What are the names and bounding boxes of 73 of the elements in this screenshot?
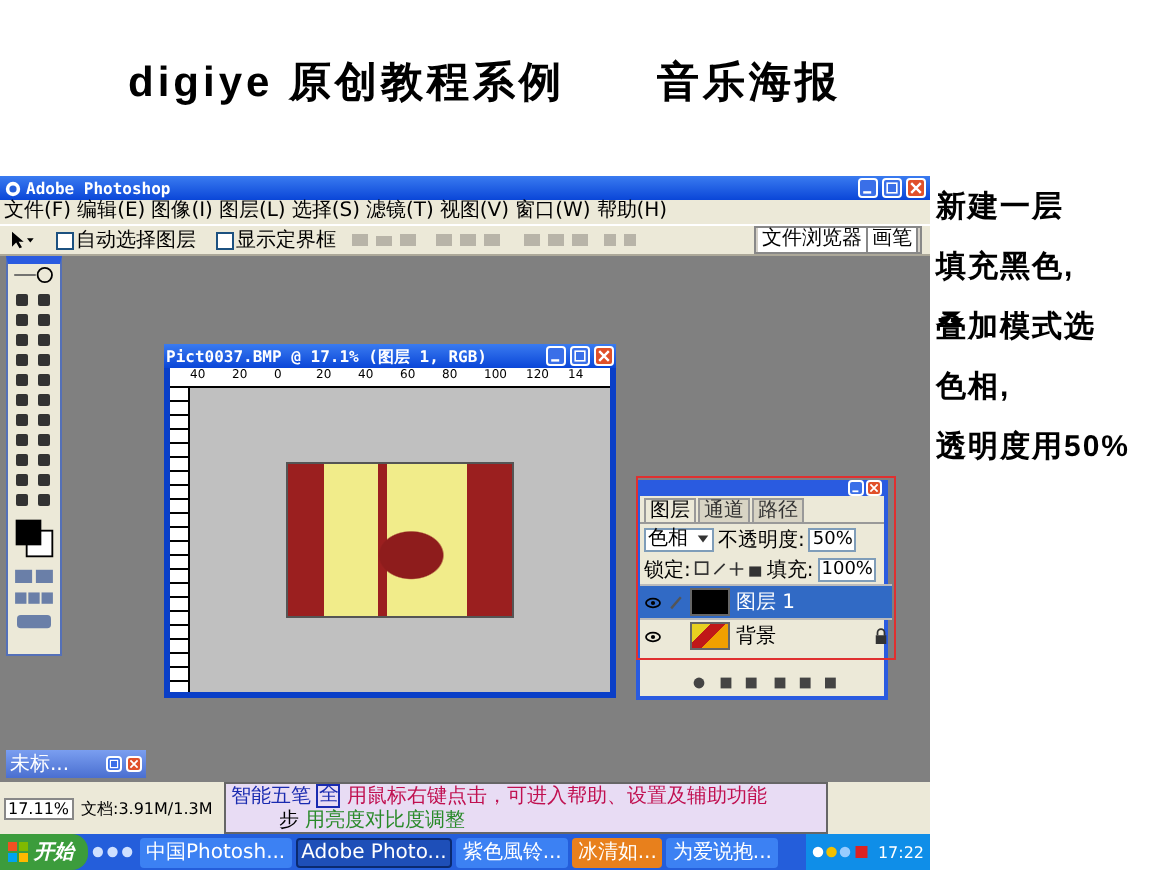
maximize-button[interactable] [570, 346, 590, 366]
layer-row[interactable]: 背景 [640, 618, 892, 652]
close-button[interactable] [594, 346, 614, 366]
toolbox-header-icon [10, 266, 58, 284]
caret-icon [696, 532, 710, 546]
tutorial-title: digiye 原创教程系例 [128, 58, 566, 110]
minimize-button[interactable] [848, 480, 864, 496]
lock-options-drawing[interactable] [694, 560, 763, 578]
zoom-field[interactable]: 17.11% [4, 797, 74, 819]
checkbox-label: 显示定界框 [236, 227, 336, 254]
menu-item[interactable]: 滤镜(T) [365, 200, 434, 224]
taskbar-button[interactable]: Adobe Photo... [295, 837, 453, 867]
layer-thumbnail [690, 622, 730, 650]
palette-tab[interactable]: 画笔 [868, 228, 918, 252]
menu-item[interactable]: 文件(F) [4, 200, 72, 224]
windows-logo-icon [8, 842, 28, 862]
checkbox[interactable] [216, 231, 234, 249]
window-title: Adobe Photoshop [26, 179, 171, 197]
restore-button[interactable] [882, 178, 902, 198]
tray-icons-drawing[interactable] [811, 844, 872, 860]
fill-field[interactable]: 100% [817, 557, 877, 581]
document-size: 文档:3.91M/1.3M [81, 797, 213, 819]
instruction-text: 色相, [936, 368, 1013, 406]
restore-button[interactable] [106, 756, 122, 772]
menu-item[interactable]: 图像(I) [151, 200, 213, 224]
layer-thumbnail [690, 588, 730, 616]
panel-tab[interactable]: 路径 [752, 498, 804, 522]
taskbar-button[interactable]: 中国Photosh... [140, 837, 292, 867]
minimize-button[interactable] [546, 346, 566, 366]
close-button[interactable] [126, 756, 142, 772]
lock-label: 锁定: [644, 557, 691, 583]
checkbox[interactable] [56, 231, 74, 249]
clock: 17:22 [877, 843, 924, 861]
move-tool-icon[interactable] [8, 230, 36, 250]
menu-item[interactable]: 帮助(H) [596, 200, 668, 224]
instruction-text: 叠加模式选 [936, 308, 1098, 346]
panel-tab[interactable]: 通道 [698, 498, 750, 522]
instruction-text: 透明度用50% [936, 428, 1133, 466]
menu-item[interactable]: 窗口(W) [515, 200, 591, 224]
input-method-name[interactable]: 智能五笔 [230, 782, 311, 810]
panel-tab[interactable]: 图层 [644, 498, 696, 522]
poster-title: 音乐海报 [657, 57, 842, 110]
opacity-label: 不透明度: [718, 527, 805, 553]
step-label: 步 [278, 807, 299, 834]
menu-item[interactable]: 编辑(E) [77, 200, 146, 224]
taskbar-button[interactable]: 为爱说抱... [666, 837, 778, 867]
input-method-hint: 用鼠标右键点击，可进入帮助、设置及辅助功能 [346, 783, 767, 809]
menu-item[interactable]: 选择(S) [291, 200, 360, 224]
quick-launch-icons-drawing[interactable] [92, 844, 136, 860]
layer-row[interactable]: 图层 1 [640, 584, 892, 618]
menu-item[interactable]: 图层(L) [218, 200, 286, 224]
layer-name: 背景 [736, 623, 776, 650]
layer-name: 图层 1 [736, 590, 796, 616]
input-mode-button[interactable]: 全 [316, 784, 341, 808]
close-button[interactable] [866, 480, 882, 496]
candidate-text: 用亮度对比度调整 [304, 807, 465, 834]
document-title: Pict0037.BMP @ 17.1% (图层 1, RGB) [166, 345, 487, 367]
app-icon [4, 179, 22, 197]
instruction-text: 新建一层 [936, 188, 1066, 226]
blend-mode-dropdown[interactable]: 色相 [644, 527, 714, 551]
color-swatches-icon[interactable] [12, 516, 56, 560]
instruction-text: 填充黑色, [936, 248, 1077, 286]
minimize-button[interactable] [858, 178, 878, 198]
checkbox-label: 自动选择图层 [76, 227, 196, 254]
close-button[interactable] [906, 178, 926, 198]
fill-label: 填充: [766, 557, 814, 583]
eye-icon[interactable] [644, 629, 662, 643]
taskbar-button[interactable]: 紫色風铃... [456, 837, 568, 867]
brush-icon [668, 594, 684, 610]
window-title: 未标... [10, 751, 72, 778]
menu-item[interactable]: 视图(V) [439, 200, 510, 224]
opacity-field[interactable]: 50% [808, 527, 857, 551]
palette-tab[interactable]: 文件浏览器 [758, 228, 868, 252]
